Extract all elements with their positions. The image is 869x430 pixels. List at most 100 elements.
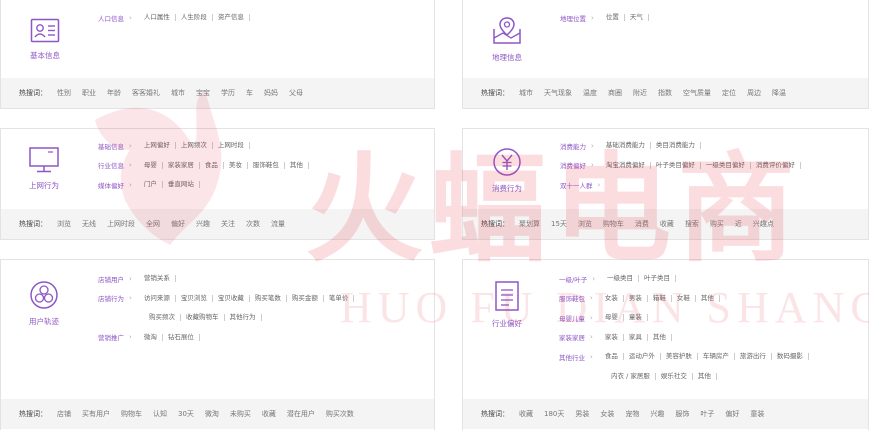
hot-keyword[interactable]: 天气现象 <box>544 88 572 98</box>
hot-keyword[interactable]: 性别 <box>57 88 71 98</box>
category-label[interactable]: 其他行业 <box>559 352 585 362</box>
tag-link[interactable]: 服饰鞋包 <box>248 161 285 169</box>
hot-keyword[interactable]: 关注 <box>221 219 235 229</box>
category-label[interactable]: 基础信息 <box>98 141 124 151</box>
category-label[interactable]: 服饰鞋包 <box>559 293 585 303</box>
hot-keyword[interactable]: 童装 <box>750 409 764 419</box>
consume-behavior-tile[interactable]: 消费行为 <box>477 147 537 194</box>
tag-link[interactable]: 车辆房产 <box>698 353 735 361</box>
hot-keyword[interactable]: 兴趣点 <box>753 219 774 229</box>
tag-link[interactable]: 天气 <box>625 14 649 22</box>
tag-link[interactable]: 其他 <box>648 333 672 341</box>
category-label[interactable]: 母婴儿童 <box>559 313 585 323</box>
tag-link[interactable]: 宝贝收藏 <box>213 294 250 302</box>
hot-keyword[interactable]: 30天 <box>178 409 194 419</box>
tag-link[interactable]: 美容护肤 <box>661 353 698 361</box>
category-label[interactable]: 地理位置 <box>560 13 586 23</box>
hot-keyword[interactable]: 全网 <box>146 219 160 229</box>
tag-link[interactable]: 家装家居 <box>163 161 200 169</box>
tag-link[interactable]: 上网偏好 <box>139 142 176 150</box>
hot-keyword[interactable]: 店铺 <box>57 409 71 419</box>
tag-link[interactable]: 母婴 <box>139 161 163 169</box>
tag-link[interactable]: 童装 <box>624 314 648 322</box>
category-label[interactable]: 店铺用户 <box>98 274 124 284</box>
hot-keyword[interactable]: 服饰 <box>675 409 689 419</box>
hot-keyword[interactable]: 购买 <box>710 219 724 229</box>
tag-link[interactable]: 娱乐社交 <box>656 372 693 380</box>
tag-link[interactable]: 位置 <box>601 14 625 22</box>
tag-link[interactable]: 女装 <box>600 294 624 302</box>
hot-keyword[interactable]: 降温 <box>772 88 786 98</box>
hot-keyword[interactable]: 潜在用户 <box>287 409 315 419</box>
category-label[interactable]: 行业信息 <box>98 160 124 170</box>
hot-keyword[interactable]: 叶子 <box>700 409 714 419</box>
hot-keyword[interactable]: 定位 <box>722 88 736 98</box>
tag-link[interactable]: 人口属性 <box>139 14 176 22</box>
hot-keyword[interactable]: 消费 <box>635 219 649 229</box>
category-label[interactable]: 营销推广 <box>98 332 124 342</box>
hot-keyword[interactable]: 妈妈 <box>264 88 278 98</box>
hot-keyword[interactable]: 宝宝 <box>196 88 210 98</box>
hot-keyword[interactable]: 180天 <box>544 409 564 419</box>
online-behavior-tile[interactable]: 上网行为 <box>14 146 74 191</box>
hot-keyword[interactable]: 购物车 <box>603 219 624 229</box>
hot-keyword[interactable]: 买有用户 <box>82 409 110 419</box>
hot-keyword[interactable]: 次数 <box>246 219 260 229</box>
hot-keyword[interactable]: 空气质量 <box>683 88 711 98</box>
category-label[interactable]: 消费偏好 <box>560 160 586 170</box>
hot-keyword[interactable]: 兴趣 <box>196 219 210 229</box>
hot-keyword[interactable]: 温度 <box>583 88 597 98</box>
hot-keyword[interactable]: 偏好 <box>171 219 185 229</box>
hot-keyword[interactable]: 兴趣 <box>650 409 664 419</box>
tag-link[interactable]: 数码摄影 <box>772 353 809 361</box>
category-label[interactable]: 消费能力 <box>560 141 586 151</box>
tag-link[interactable]: 旅游出行 <box>735 353 772 361</box>
hot-keyword[interactable]: 偏好 <box>725 409 739 419</box>
category-label[interactable]: 人口信息 <box>98 13 124 23</box>
tag-link[interactable]: 母婴 <box>600 314 624 322</box>
tag-link[interactable]: 美妆 <box>224 161 248 169</box>
category-label[interactable]: 一级/叶子 <box>559 274 587 284</box>
industry-preference-tile[interactable]: 行业偏好 <box>477 280 537 329</box>
tag-link[interactable]: 食品 <box>600 353 624 361</box>
tag-link[interactable]: 一级类目偏好 <box>701 161 751 169</box>
category-label[interactable]: 双十一人群 <box>560 180 593 190</box>
tag-link[interactable]: 消费评价偏好 <box>751 161 801 169</box>
tag-link[interactable]: 箱鞋 <box>648 294 672 302</box>
hot-keyword[interactable]: 浏览 <box>57 219 71 229</box>
tag-link[interactable]: 运动户外 <box>624 353 661 361</box>
tag-link[interactable]: 其他 <box>285 161 309 169</box>
hot-keyword[interactable]: 附近 <box>633 88 647 98</box>
tag-link[interactable]: 基础消费能力 <box>601 142 651 150</box>
category-label[interactable]: 媒体偏好 <box>98 180 124 190</box>
hot-keyword[interactable]: 浏览 <box>578 219 592 229</box>
hot-keyword[interactable]: 收藏 <box>660 219 674 229</box>
tag-link[interactable]: 资产信息 <box>213 14 250 22</box>
tag-link[interactable]: 垂直网站 <box>163 181 200 189</box>
tag-link[interactable]: 其他行为 <box>225 314 262 322</box>
hot-keyword[interactable]: 聚划算 <box>519 219 540 229</box>
hot-keyword[interactable]: 车 <box>246 88 253 98</box>
hot-keyword[interactable]: 宠物 <box>625 409 639 419</box>
tag-link[interactable]: 营销关系 <box>139 275 176 283</box>
user-track-tile[interactable]: 用户轨迹 <box>14 280 74 327</box>
tag-link[interactable]: 购买金额 <box>287 294 324 302</box>
tag-link[interactable]: 叶子类目偏好 <box>651 161 701 169</box>
geo-info-tile[interactable]: 地理信息 <box>477 16 537 63</box>
tag-link[interactable]: 淘宝消费偏好 <box>601 161 651 169</box>
hot-keyword[interactable]: 15天 <box>551 219 567 229</box>
category-label[interactable]: 家装家居 <box>559 332 585 342</box>
hot-keyword[interactable]: 微淘 <box>205 409 219 419</box>
tag-link[interactable]: 食品 <box>200 161 224 169</box>
hot-keyword[interactable]: 收藏 <box>262 409 276 419</box>
hot-keyword[interactable]: 学历 <box>221 88 235 98</box>
hot-keyword[interactable]: 无线 <box>82 219 96 229</box>
tag-link[interactable]: 购买笔数 <box>250 294 287 302</box>
tag-link[interactable]: 其他 <box>696 294 720 302</box>
tag-link[interactable]: 家装 <box>600 333 624 341</box>
tag-link[interactable]: 男装 <box>624 294 648 302</box>
tag-link[interactable]: 门户 <box>139 181 163 189</box>
hot-keyword[interactable]: 搜索 <box>685 219 699 229</box>
hot-keyword[interactable]: 认知 <box>153 409 167 419</box>
hot-keyword[interactable]: 城市 <box>171 88 185 98</box>
